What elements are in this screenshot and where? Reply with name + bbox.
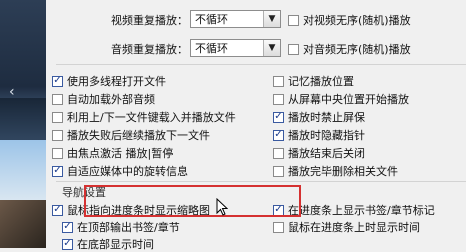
video-shuffle-option[interactable]: 对视频无序(随机)播放: [288, 12, 411, 28]
video-repeat-row: 视频重复播放：: [111, 12, 188, 28]
option-label: 在顶部输出书签/章节: [77, 221, 180, 234]
option-label: 由焦点激活 播放|暂停: [67, 147, 174, 160]
option-close-after-end[interactable]: 播放结束后关闭: [273, 145, 365, 161]
audio-repeat-select[interactable]: 不循环 ▼: [190, 39, 281, 57]
checkbox-checked[interactable]: ✓: [52, 75, 63, 87]
background-window-strip: ‹: [0, 0, 46, 248]
audio-repeat-row: 音频重复播放：: [111, 41, 188, 57]
video-repeat-value: 不循环: [195, 13, 228, 26]
mouse-pointer-icon: [216, 198, 228, 216]
checkbox-checked[interactable]: ✓: [273, 129, 284, 141]
option-label: 播放失败后继续播放下一文件: [67, 129, 210, 142]
divider: [56, 64, 466, 65]
option-label: 自适应媒体中的旋转信息: [67, 165, 188, 178]
thumbnail-tile: [0, 98, 46, 140]
playback-settings-panel: 视频重复播放： 不循环 ▼ 对视频无序(随机)播放 音频重复播放： 不循环 ▼ …: [46, 0, 466, 251]
audio-repeat-value: 不循环: [195, 42, 228, 55]
option-label: 在进度条上显示书签/章节标记: [288, 204, 435, 217]
audio-shuffle-option[interactable]: 对音频无序(随机)播放: [288, 41, 411, 57]
checkbox-checked[interactable]: ✓: [52, 204, 63, 216]
checkbox[interactable]: [52, 111, 63, 123]
audio-shuffle-label: 对音频无序(随机)播放: [303, 43, 411, 56]
checkbox[interactable]: [273, 165, 284, 177]
option-disable-screensaver[interactable]: ✓ 播放时禁止屏保: [273, 109, 365, 125]
video-shuffle-checkbox[interactable]: [288, 14, 299, 26]
option-auto-load-audio[interactable]: 自动加载外部音频: [52, 91, 155, 107]
option-label: 播放结束后关闭: [288, 147, 365, 160]
option-label: 播放时禁止屏保: [288, 111, 365, 124]
option-label: 利用上/下一文件键载入并播放文件: [67, 111, 236, 124]
checkbox-checked[interactable]: ✓: [62, 221, 73, 233]
option-prev-next-load[interactable]: 利用上/下一文件键载入并播放文件: [52, 109, 236, 125]
video-repeat-select[interactable]: 不循环 ▼: [190, 10, 281, 28]
video-shuffle-label: 对视频无序(随机)播放: [303, 14, 411, 27]
checkbox[interactable]: [273, 75, 284, 87]
chevron-down-icon[interactable]: ▼: [263, 40, 280, 56]
option-start-center[interactable]: 从屏幕中央位置开始播放: [273, 91, 409, 107]
video-repeat-label: 视频重复播放：: [111, 14, 188, 27]
rock-image: [0, 200, 46, 248]
option-label: 在底部显示时间: [77, 238, 154, 251]
option-label: 从屏幕中央位置开始播放: [288, 93, 409, 106]
option-adapt-rotation[interactable]: ✓ 自适应媒体中的旋转信息: [52, 163, 188, 179]
option-label: 播放完毕删除相关文件: [288, 165, 398, 178]
option-multithread[interactable]: ✓ 使用多线程打开文件: [52, 73, 166, 89]
option-label: 鼠标在进度条上时显示时间: [288, 221, 420, 234]
checkbox[interactable]: [273, 221, 284, 233]
checkbox-checked[interactable]: ✓: [273, 111, 284, 123]
chevron-left-icon[interactable]: ‹: [9, 84, 15, 100]
sky-image: [0, 140, 46, 200]
audio-shuffle-checkbox[interactable]: [288, 43, 299, 55]
option-label: 自动加载外部音频: [67, 93, 155, 106]
option-hover-time[interactable]: 鼠标在进度条上时显示时间: [273, 219, 420, 235]
option-hide-pointer[interactable]: ✓ 播放时隐藏指针: [273, 127, 365, 143]
option-delete-after-play[interactable]: 播放完毕删除相关文件: [273, 163, 398, 179]
chevron-down-icon[interactable]: ▼: [263, 11, 280, 27]
divider: [56, 181, 466, 182]
checkbox[interactable]: [273, 147, 284, 159]
option-remember-position[interactable]: 记忆播放位置: [273, 73, 354, 89]
option-bottom-time[interactable]: ✓ 在底部显示时间: [62, 236, 154, 252]
option-focus-activate[interactable]: 由焦点激活 播放|暂停: [52, 145, 173, 161]
checkbox[interactable]: [52, 129, 63, 141]
checkbox[interactable]: [52, 93, 63, 105]
option-label: 记忆播放位置: [288, 75, 354, 88]
checkbox[interactable]: [52, 147, 63, 159]
option-top-bookmark[interactable]: ✓ 在顶部输出书签/章节: [62, 219, 180, 235]
checkbox-checked[interactable]: ✓: [52, 165, 63, 177]
option-label: 使用多线程打开文件: [67, 75, 166, 88]
option-label: 播放时隐藏指针: [288, 129, 365, 142]
option-continue-on-fail[interactable]: 播放失败后继续播放下一文件: [52, 127, 210, 143]
highlight-box: [84, 185, 301, 217]
checkbox[interactable]: [273, 93, 284, 105]
audio-repeat-label: 音频重复播放：: [111, 43, 188, 56]
